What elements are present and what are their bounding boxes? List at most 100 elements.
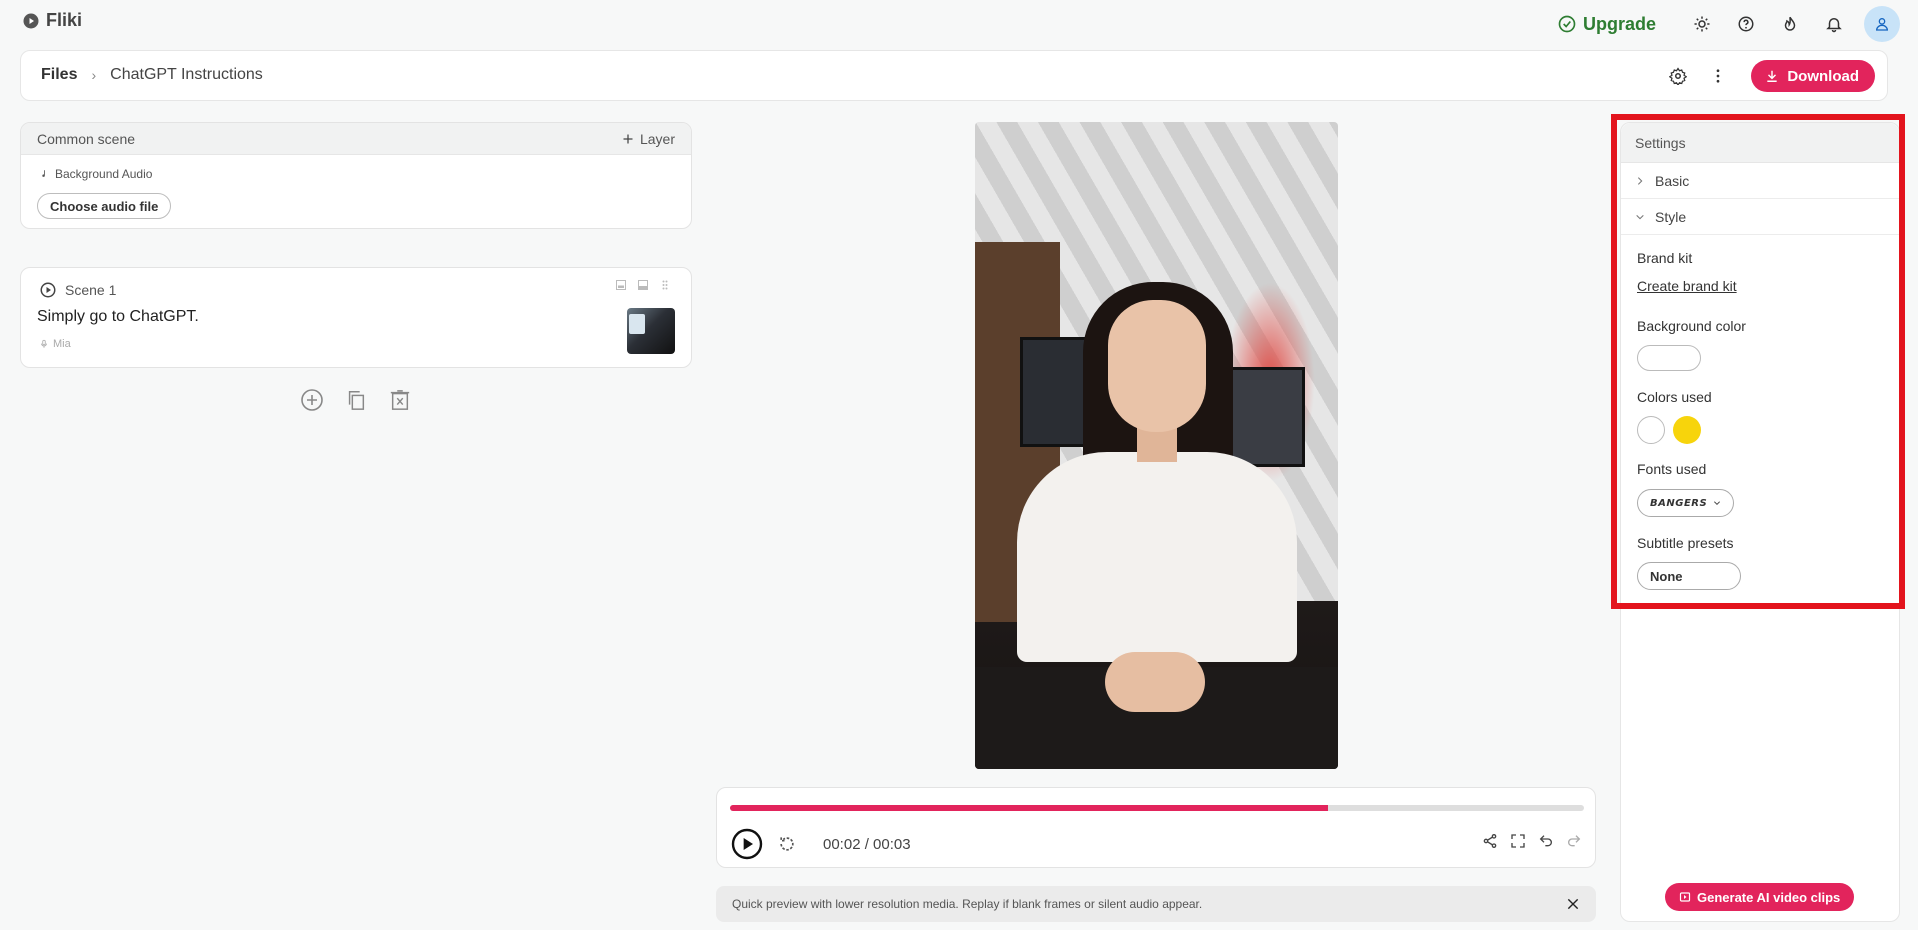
help-button[interactable] bbox=[1724, 8, 1768, 40]
video-presenter-hands bbox=[1105, 652, 1205, 712]
more-vertical-icon bbox=[1716, 69, 1720, 83]
video-presenter-face bbox=[1108, 300, 1206, 432]
download-icon bbox=[1767, 70, 1777, 82]
scene-tools bbox=[615, 279, 671, 291]
background-audio-text: Background Audio bbox=[55, 167, 153, 181]
settings-panel: Settings Basic Style Brand kit Create br… bbox=[1620, 122, 1900, 922]
progress-track[interactable] bbox=[730, 805, 1584, 811]
undo-icon bbox=[1539, 835, 1552, 847]
download-label: Download bbox=[1787, 67, 1859, 85]
more-options-button[interactable] bbox=[1701, 60, 1735, 92]
download-button[interactable]: Download bbox=[1751, 60, 1875, 92]
font-select-value: BANGERS bbox=[1650, 497, 1708, 509]
plus-icon bbox=[623, 134, 633, 143]
add-layer-button[interactable]: Layer bbox=[622, 131, 675, 147]
fullscreen-button[interactable] bbox=[1509, 832, 1527, 850]
video-presenter-shirt bbox=[1017, 452, 1297, 662]
layout-top-icon[interactable] bbox=[615, 279, 627, 291]
whats-new-button[interactable] bbox=[1768, 8, 1812, 40]
chevron-right-icon bbox=[1637, 176, 1643, 185]
settings-section-style[interactable]: Style bbox=[1621, 199, 1899, 235]
drag-handle-icon[interactable] bbox=[659, 279, 671, 291]
scene-script-text[interactable]: Simply go to ChatGPT. bbox=[37, 308, 199, 326]
fonts-used-label: Fonts used bbox=[1637, 461, 1707, 477]
music-note-icon bbox=[42, 170, 45, 177]
scene-title: Scene 1 bbox=[65, 282, 117, 298]
upgrade-button[interactable]: Upgrade bbox=[1557, 14, 1656, 35]
colors-used-label: Colors used bbox=[1637, 389, 1712, 405]
user-icon bbox=[1875, 18, 1889, 31]
theme-toggle-button[interactable] bbox=[1680, 8, 1724, 40]
share-icon bbox=[1483, 834, 1497, 848]
generate-ai-video-clips-button[interactable]: Generate AI video clips bbox=[1665, 883, 1855, 911]
background-audio-label: Background Audio bbox=[39, 167, 152, 181]
document-title[interactable]: ChatGPT Instructions bbox=[110, 66, 263, 84]
redo-button[interactable] bbox=[1565, 832, 1583, 850]
layout-bottom-icon[interactable] bbox=[637, 279, 649, 291]
plus-circle-icon bbox=[301, 389, 323, 411]
delete-scene-button[interactable] bbox=[386, 386, 414, 414]
breadcrumb-files-link[interactable]: Files bbox=[41, 66, 77, 84]
play-row: 00:02 / 00:03 bbox=[731, 828, 911, 860]
badge-check-icon bbox=[1558, 15, 1576, 33]
preview-notice-text: Quick preview with lower resolution medi… bbox=[732, 897, 1203, 911]
help-circle-icon bbox=[1738, 16, 1754, 32]
duplicate-scene-button[interactable] bbox=[342, 386, 370, 414]
fliki-logo-icon bbox=[23, 13, 39, 28]
settings-title: Settings bbox=[1621, 123, 1899, 163]
video-preview[interactable] bbox=[975, 122, 1338, 769]
share-button[interactable] bbox=[1481, 832, 1499, 850]
app-name: Fliki bbox=[46, 10, 83, 30]
scene-media-thumbnail[interactable] bbox=[627, 308, 675, 354]
font-select[interactable]: BANGERS bbox=[1637, 489, 1735, 517]
replay-icon[interactable] bbox=[777, 834, 797, 854]
add-layer-label: Layer bbox=[639, 130, 675, 147]
progress-fill bbox=[730, 805, 1328, 811]
breadcrumb-separator: › bbox=[91, 67, 97, 83]
scene-voice[interactable]: Mia bbox=[39, 338, 71, 350]
user-avatar-button[interactable] bbox=[1864, 6, 1900, 42]
player-tools bbox=[1481, 832, 1583, 850]
chevron-down-icon bbox=[1636, 214, 1644, 219]
playback-controls: 00:02 / 00:03 bbox=[716, 787, 1596, 868]
subtitle-presets-label: Subtitle presets bbox=[1637, 535, 1734, 551]
play-circle-icon[interactable] bbox=[39, 281, 57, 299]
common-scene-header: Common scene Layer bbox=[21, 123, 691, 155]
flame-icon bbox=[1784, 16, 1796, 31]
project-settings-button[interactable] bbox=[1661, 60, 1695, 92]
fullscreen-icon bbox=[1511, 834, 1525, 848]
scene-label: Scene 1 bbox=[39, 281, 116, 299]
play-button[interactable] bbox=[731, 828, 763, 860]
settings-section-style-label: Style bbox=[1655, 208, 1687, 225]
breadcrumb: Files › ChatGPT Instructions bbox=[41, 66, 263, 84]
common-scene-card: Common scene Layer Background Audio Choo… bbox=[20, 122, 692, 229]
notifications-button[interactable] bbox=[1812, 8, 1856, 40]
add-scene-button[interactable] bbox=[298, 386, 326, 414]
undo-button[interactable] bbox=[1537, 832, 1555, 850]
background-color-picker[interactable] bbox=[1637, 345, 1701, 371]
redo-icon bbox=[1568, 835, 1581, 847]
close-icon[interactable] bbox=[1566, 897, 1580, 911]
create-brand-kit-link[interactable]: Create brand kit bbox=[1637, 278, 1737, 294]
upgrade-label: Upgrade bbox=[1582, 13, 1656, 34]
background-color-label: Background color bbox=[1637, 318, 1746, 334]
subtitle-preset-select[interactable]: None bbox=[1637, 562, 1741, 590]
top-toolbar: Upgrade bbox=[1557, 6, 1900, 42]
header-actions: Download bbox=[1661, 60, 1875, 92]
scene-card[interactable]: Scene 1 Simply go to ChatGPT. Mia bbox=[20, 267, 692, 368]
color-swatch-white[interactable] bbox=[1637, 416, 1665, 444]
color-swatch-yellow[interactable] bbox=[1673, 416, 1701, 444]
microphone-icon bbox=[41, 339, 47, 348]
editor-header: Files › ChatGPT Instructions Download bbox=[20, 50, 1888, 101]
app-logo[interactable]: Fliki bbox=[22, 10, 82, 31]
common-scene-title: Common scene bbox=[37, 130, 136, 147]
brand-kit-label: Brand kit bbox=[1637, 250, 1693, 266]
settings-section-basic[interactable]: Basic bbox=[1621, 163, 1899, 199]
video-plus-icon bbox=[1679, 892, 1691, 902]
delete-box-icon bbox=[390, 390, 410, 410]
choose-audio-button[interactable]: Choose audio file bbox=[37, 193, 172, 219]
playback-time: 00:02 / 00:03 bbox=[823, 835, 911, 853]
scene-actions bbox=[298, 386, 414, 414]
copy-icon bbox=[348, 391, 365, 410]
chevron-down-icon bbox=[1714, 501, 1721, 506]
